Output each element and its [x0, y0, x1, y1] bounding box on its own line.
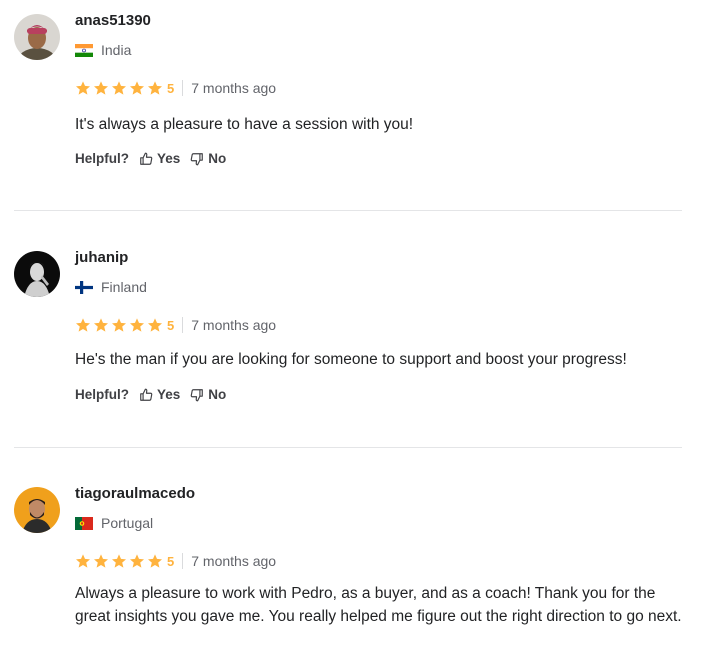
portugal-flag-icon	[75, 516, 93, 530]
star-icon	[148, 81, 162, 95]
star-rating	[75, 80, 165, 96]
reviewer-country: Portugal	[75, 515, 153, 531]
thumbs-down-icon	[190, 388, 204, 401]
reviewer-username[interactable]: anas51390	[75, 12, 151, 29]
rating-row: 5 7 months ago	[75, 80, 276, 96]
rating-score: 5	[167, 317, 175, 333]
helpful-label: Helpful?	[75, 387, 129, 402]
rating-score: 5	[167, 80, 175, 96]
helpful-row: Helpful? Yes No	[75, 387, 226, 402]
divider	[14, 210, 682, 211]
no-label: No	[208, 387, 227, 402]
rating-row: 5 7 months ago	[75, 317, 276, 333]
no-label: No	[208, 151, 227, 166]
star-icon	[76, 318, 90, 332]
yes-label: Yes	[157, 151, 181, 166]
star-icon	[148, 318, 162, 332]
rating-score: 5	[167, 553, 175, 569]
separator	[182, 80, 184, 96]
star-icon	[112, 318, 126, 332]
helpful-row: Helpful? Yes No	[75, 151, 226, 166]
helpful-label: Helpful?	[75, 151, 129, 166]
divider	[14, 447, 682, 448]
reviewer-username[interactable]: juhanip	[75, 249, 128, 266]
review-time: 7 months ago	[191, 80, 277, 96]
thumbs-up-icon	[140, 152, 153, 165]
review-time: 7 months ago	[191, 317, 277, 333]
reviewer-country: Finland	[75, 279, 147, 295]
star-icon	[94, 318, 108, 332]
review-text: It's always a pleasure to have a session…	[75, 116, 414, 133]
yes-label: Yes	[157, 387, 181, 402]
star-icon	[94, 81, 108, 95]
star-icon	[76, 81, 90, 95]
separator	[182, 553, 184, 569]
thumbs-up-icon	[140, 388, 153, 401]
star-icon	[112, 554, 126, 568]
separator	[182, 317, 184, 333]
country-name: Finland	[101, 279, 147, 295]
country-name: Portugal	[101, 515, 154, 531]
review-time: 7 months ago	[191, 553, 277, 569]
reviewer-username[interactable]: tiagoraulmacedo	[75, 485, 195, 502]
thumbs-down-icon	[190, 152, 204, 165]
star-icon	[130, 318, 144, 332]
user-avatar[interactable]	[14, 251, 60, 297]
finland-flag-icon	[75, 280, 93, 294]
user-avatar[interactable]	[14, 487, 60, 533]
helpful-no-button[interactable]: No	[190, 387, 226, 402]
helpful-yes-button[interactable]: Yes	[139, 387, 180, 402]
country-name: India	[101, 42, 132, 58]
star-icon	[148, 554, 162, 568]
review-text: Always a pleasure to work with Pedro, as…	[75, 585, 682, 625]
india-flag-icon	[75, 43, 93, 57]
star-rating	[75, 317, 165, 333]
star-icon	[112, 81, 126, 95]
star-icon	[130, 554, 144, 568]
reviewer-country: India	[75, 42, 131, 58]
star-icon	[94, 554, 108, 568]
helpful-no-button[interactable]: No	[190, 151, 226, 166]
user-avatar[interactable]	[14, 14, 60, 60]
review-text: He's the man if you are looking for some…	[75, 351, 627, 368]
star-icon	[76, 554, 90, 568]
helpful-yes-button[interactable]: Yes	[139, 151, 180, 166]
star-rating	[75, 553, 165, 569]
star-icon	[130, 81, 144, 95]
rating-row: 5 7 months ago	[75, 553, 276, 569]
